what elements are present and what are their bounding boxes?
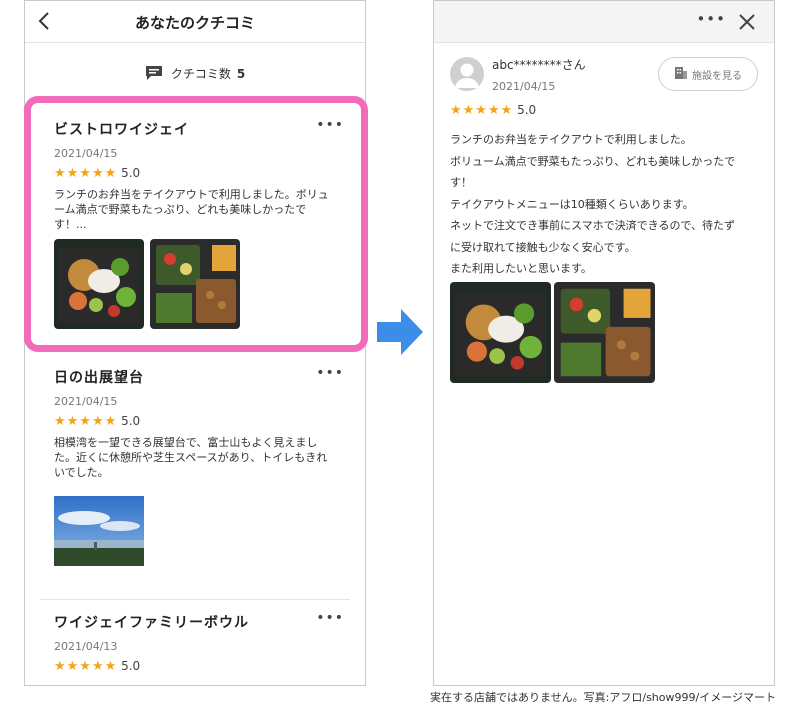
review-text-line: に受け取れて接触も少なく安心です。 <box>450 240 636 254</box>
review-rating: ★★★★★ 5.0 <box>450 103 536 118</box>
review-rating: ★★★★★ 5.0 <box>54 659 344 674</box>
rating-value: 5.0 <box>517 103 537 117</box>
arrow-right-icon <box>377 307 423 361</box>
review-rating: ★★★★★ 5.0 <box>54 414 344 429</box>
building-icon <box>674 66 688 83</box>
star-rating-icon: ★★★★★ <box>450 103 514 118</box>
close-icon[interactable] <box>738 7 756 37</box>
review-place-name: 日の出展望台 <box>54 370 144 386</box>
divider <box>40 599 350 600</box>
review-text-line: ボリューム満点で野菜もたっぷり、どれも美味しかったで <box>450 154 736 168</box>
more-options-icon[interactable]: ••• <box>696 10 726 28</box>
review-card[interactable]: ワイジェイファミリーボウル ••• 2021/04/13 ★★★★★ 5.0 <box>54 610 344 674</box>
header-bar: ••• <box>434 1 774 43</box>
view-facility-button[interactable]: 施設を見る <box>658 57 758 91</box>
comment-icon <box>145 65 163 84</box>
review-place-name: ワイジェイファミリーボウル <box>54 615 249 631</box>
rating-value: 5.0 <box>121 414 141 428</box>
review-count-label: クチコミ数 <box>170 67 231 81</box>
review-photo[interactable] <box>554 282 655 383</box>
review-text: 相模湾を一望できる展望台で、富士山もよく見えました。近くに休憩所や芝生スペースが… <box>54 436 328 479</box>
review-detail-screen: ••• abc********さん 2021/04/15 施設を見る ★★★★★… <box>433 0 775 686</box>
rating-value: 5.0 <box>121 659 141 673</box>
review-date: 2021/04/15 <box>54 395 118 408</box>
review-count-row: クチコミ数 5 <box>25 65 365 84</box>
user-name: abc********さん <box>492 58 586 72</box>
review-card[interactable]: 日の出展望台 ••• 2021/04/15 ★★★★★ 5.0 相模湾を一望でき… <box>54 365 344 480</box>
image-credit-caption: 実在する店舗ではありません。写真:アフロ/show999/イメージマート <box>430 691 776 704</box>
review-text-line: また利用したいと思います。 <box>450 262 592 275</box>
star-rating-icon: ★★★★★ <box>54 659 118 674</box>
star-rating-icon: ★★★★★ <box>54 414 118 429</box>
review-text-line: ランチのお弁当をテイクアウトで利用しました。 <box>450 133 692 146</box>
review-text: ランチのお弁当をテイクアウトで利用しました。 ボリューム満点で野菜もたっぷり、ど… <box>450 129 762 280</box>
review-date: 2021/04/15 <box>492 80 556 93</box>
review-date: 2021/04/13 <box>54 640 118 653</box>
page-title: あなたのクチコミ <box>134 14 255 32</box>
more-options-icon[interactable]: ••• <box>316 610 344 626</box>
review-text-line: テイクアウトメニューは10種類くらいあります。 <box>450 197 694 211</box>
review-text-line: す！ <box>450 176 472 189</box>
review-photo[interactable] <box>450 282 551 383</box>
highlight-frame <box>24 96 368 352</box>
header-bar: あなたのクチコミ <box>25 1 365 43</box>
review-photo[interactable] <box>54 486 144 576</box>
avatar <box>450 57 484 91</box>
view-facility-label: 施設を見る <box>692 70 742 82</box>
review-text-line: ネットで注文でき事前にスマホで決済できるので、待たず <box>450 219 736 232</box>
more-options-icon[interactable]: ••• <box>316 365 344 381</box>
review-count-value: 5 <box>236 67 246 81</box>
